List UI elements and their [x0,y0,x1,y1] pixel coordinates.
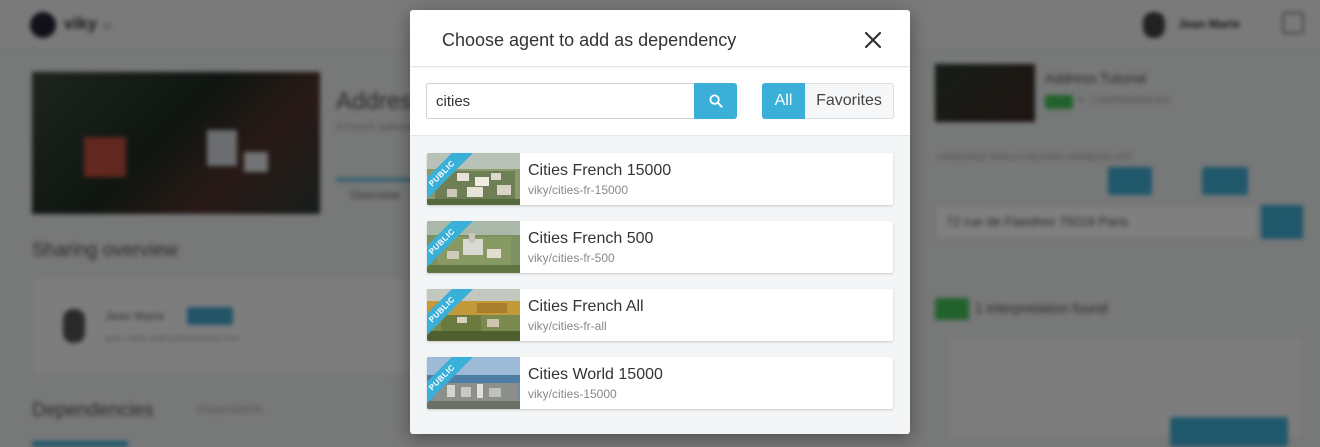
search-button[interactable] [694,83,737,119]
agent-thumbnail: PUBLIC [427,289,520,341]
agent-name: Cities French 500 [528,230,654,247]
agent-name: Cities French 15000 [528,162,672,179]
agent-thumbnail: PUBLIC [427,221,520,273]
agent-name: Cities World 15000 [528,366,663,383]
agent-thumbnail: PUBLIC [427,153,520,205]
agent-slug: viky/cities-fr-all [528,319,607,333]
modal-title: Choose agent to add as dependency [442,30,737,50]
close-icon [864,31,882,49]
agent-list: PUBLIC Cities French 15000 viky/cities-f… [427,153,893,425]
agent-slug: viky/cities-fr-500 [528,251,615,265]
agent-thumbnail: PUBLIC [427,357,520,409]
modal-header: Choose agent to add as dependency [410,10,910,67]
agent-item[interactable]: PUBLIC Cities French All viky/cities-fr-… [427,289,893,341]
filter-favorites-button[interactable]: Favorites [805,83,894,119]
close-button[interactable] [862,29,884,51]
agent-item[interactable]: PUBLIC Cities French 500 viky/cities-fr-… [427,221,893,273]
agent-slug: viky/cities-15000 [528,387,617,401]
agent-item[interactable]: PUBLIC Cities World 15000 viky/cities-15… [427,357,893,409]
agent-name: Cities French All [528,298,644,315]
search-bar: All Favorites [410,68,910,136]
agent-item[interactable]: PUBLIC Cities French 15000 viky/cities-f… [427,153,893,205]
search-icon [709,94,723,108]
add-dependency-modal: Choose agent to add as dependency All Fa… [410,10,910,434]
filter-all-button[interactable]: All [762,83,805,119]
agent-slug: viky/cities-fr-15000 [528,183,629,197]
search-input[interactable] [426,83,695,119]
